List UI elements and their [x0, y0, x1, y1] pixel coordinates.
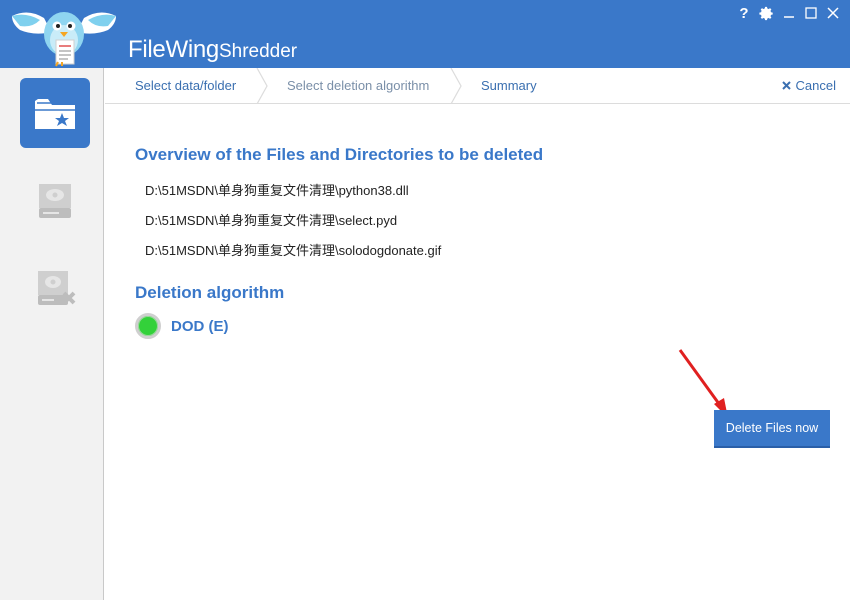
overview-title: Overview of the Files and Directories to… — [135, 145, 544, 164]
app-title: FileWingShredder — [128, 36, 297, 64]
minimize-icon[interactable] — [782, 6, 796, 20]
algorithm-selection: DOD (E) — [135, 313, 229, 339]
file-list-item: D:\51MSDN\单身狗重复文件清理\python38.dll — [145, 183, 409, 198]
wizard-steps: Select data/folder Select deletion algor… — [105, 68, 850, 104]
algorithm-name: DOD (E) — [171, 317, 229, 335]
cancel-button[interactable]: Cancel — [781, 78, 836, 93]
sidebar-item-select-folder[interactable] — [20, 78, 90, 148]
gear-icon[interactable] — [759, 6, 774, 21]
maximize-icon[interactable] — [804, 6, 818, 20]
step-select-algorithm[interactable]: Select deletion algorithm — [287, 78, 429, 93]
file-list-item: D:\51MSDN\单身狗重复文件清理\solodogdonate.gif — [145, 243, 442, 258]
sidebar — [0, 68, 104, 600]
bird-logo-icon — [12, 12, 116, 67]
window-controls: ? — [737, 2, 840, 24]
cancel-label: Cancel — [795, 78, 836, 93]
step-summary[interactable]: Summary — [481, 78, 537, 93]
close-icon — [781, 81, 791, 90]
status-indicator-icon — [135, 313, 161, 339]
app-product: Shredder — [218, 41, 298, 62]
delete-files-button[interactable]: Delete Files now — [714, 410, 830, 446]
header: FileWingShredder ? — [0, 0, 850, 68]
drive-icon — [39, 184, 71, 218]
folder-star-icon — [35, 99, 75, 129]
sidebar-item-select-drive[interactable] — [20, 165, 90, 235]
algorithm-title: Deletion algorithm — [135, 283, 285, 302]
chevron-right-icon — [450, 68, 462, 104]
drive-delete-icon — [38, 271, 76, 305]
sidebar-item-drive-delete[interactable] — [20, 252, 90, 322]
help-icon[interactable]: ? — [737, 5, 751, 22]
close-icon[interactable] — [826, 6, 840, 20]
app-window: FileWingShredder ? Select data/folder Se… — [0, 0, 850, 600]
file-list-item: D:\51MSDN\单身狗重复文件清理\select.pyd — [145, 213, 398, 228]
app-brand: FileWing — [128, 36, 219, 63]
step-select-data[interactable]: Select data/folder — [135, 78, 236, 93]
chevron-right-icon — [256, 68, 268, 104]
